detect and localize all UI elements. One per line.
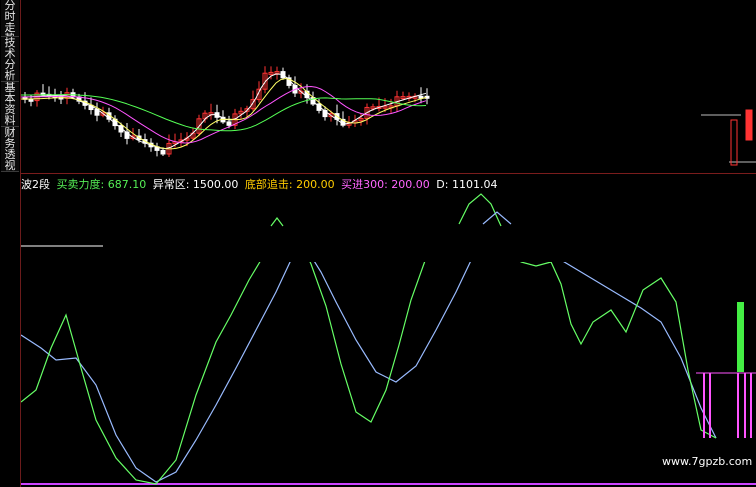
candle-body [160,149,166,155]
candle-body [226,121,232,126]
candle-body [745,109,753,141]
occluded-area [103,190,651,262]
kline-panel[interactable] [20,0,756,173]
stock-chart-window: 分时走势 技术分析 基本资料 财务透视 波2段 买卖力度: 687.10 异常区… [0,0,756,487]
tab-basic-info-label: 基本资料 [4,82,16,127]
tab-technical-analysis-label: 技术分析 [4,37,16,82]
tab-financial-view[interactable]: 财务透视 [1,127,19,172]
side-tab-bar: 分时走势 技术分析 基本资料 财务透视 [0,0,20,175]
indicator-panel[interactable] [20,190,756,487]
panel-separator[interactable] [21,173,756,174]
tab-financial-view-label: 财务透视 [4,127,16,172]
tab-basic-info[interactable]: 基本资料 [1,82,19,127]
indicator-header: 波2段 买卖力度: 687.10 异常区: 1500.00 底部追击: 200.… [21,176,500,191]
candle-body [28,98,34,102]
candle-body [730,119,738,166]
tab-intraday-label: 分时走势 [4,0,16,36]
histogram-bar-green [737,302,744,372]
candlestick-chart[interactable] [20,0,756,173]
tab-technical-analysis[interactable]: 技术分析 [1,37,19,82]
indicator-chart[interactable] [20,190,756,487]
tab-intraday[interactable]: 分时走势 [1,0,19,37]
watermark: www.7gpzb.com [662,455,753,468]
